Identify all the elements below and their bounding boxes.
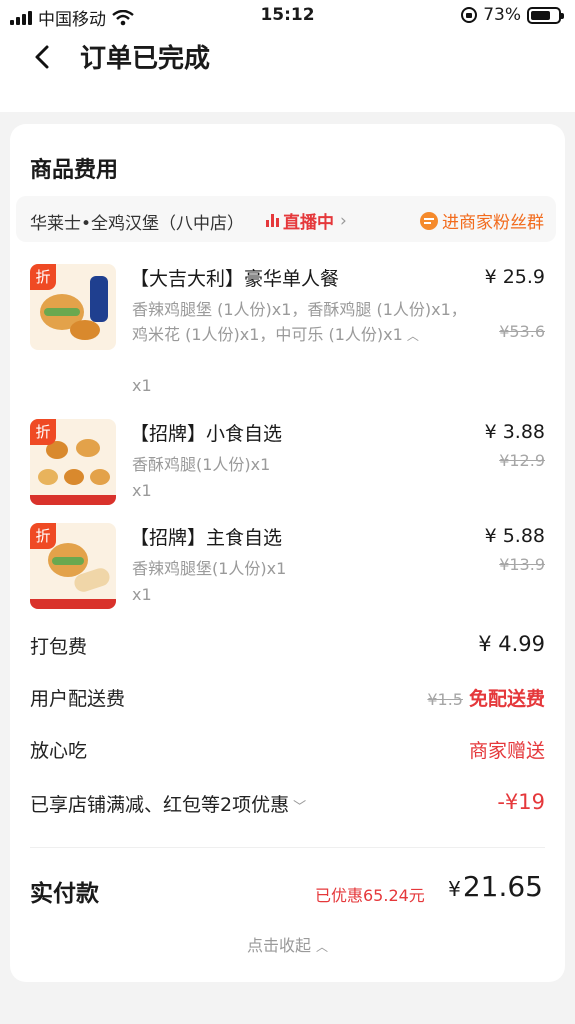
chevron-up-icon: ︿	[316, 940, 329, 954]
back-button[interactable]	[28, 42, 58, 72]
item-name: 【招牌】小食自选	[130, 423, 283, 445]
item-price: ¥ 3.88	[484, 421, 545, 443]
delivery-fee-label: 用户配送费	[30, 688, 126, 710]
nugget-shape	[76, 439, 100, 457]
list-item[interactable]: 折 【招牌】小食自选 香酥鸡腿(1人份)x1 x1 ¥ 3.88 ¥12.9	[30, 419, 545, 509]
store-bar: 华莱士•全鸡汉堡（八中店） 直播中 › 进商家粉丝群	[16, 196, 556, 242]
item-price: ¥ 25.9	[484, 266, 545, 288]
safe-eat-row: 放心吃 商家赠送	[30, 736, 545, 766]
item-qty: x1	[132, 481, 152, 500]
delivery-original-fee: ¥1.5	[427, 690, 463, 709]
live-icon	[266, 214, 279, 227]
fan-group-label: 进商家粉丝群	[442, 213, 544, 233]
chevron-down-icon: ﹀	[293, 800, 307, 815]
saved-amount: 已优惠65.24元	[315, 886, 425, 905]
total-value: 21.65	[462, 870, 543, 903]
item-qty: x1	[132, 376, 152, 395]
status-bar: 中国移动 15:12 73%	[0, 0, 575, 32]
list-item[interactable]: 折 【大吉大利】豪华单人餐 香辣鸡腿堡 (1人份)x1，香酥鸡腿 (1人份)x1…	[30, 264, 545, 395]
packing-fee-label: 打包费	[30, 636, 88, 658]
live-label: 直播中	[283, 213, 334, 233]
chevron-up-icon[interactable]: ︿	[407, 329, 419, 343]
product-image: 折	[30, 523, 116, 609]
item-name: 【招牌】主食自选	[130, 527, 283, 549]
discount-badge: 折	[30, 523, 56, 549]
chat-icon	[420, 211, 438, 230]
item-desc: 香辣鸡腿堡 (1人份)x1，香酥鸡腿 (1人份)x1，鸡米花 (1人份)x1，中…	[132, 300, 467, 344]
currency-symbol: ¥	[448, 877, 461, 901]
total-label: 实付款	[30, 881, 99, 907]
nugget-shape	[38, 469, 58, 485]
fan-group-link[interactable]: 进商家粉丝群	[420, 208, 544, 233]
collapse-button[interactable]: 点击收起 ︿	[10, 932, 565, 956]
item-name: 【大吉大利】豪华单人餐	[130, 268, 340, 290]
nav-bar: 订单已完成	[0, 32, 575, 82]
packing-fee-value: ¥ 4.99	[478, 632, 545, 656]
product-strip	[30, 599, 116, 609]
nugget-shape	[90, 469, 110, 485]
previous-card-bottom	[10, 84, 565, 112]
safe-eat-value: 商家赠送	[468, 740, 545, 762]
safe-eat-label: 放心吃	[30, 740, 88, 762]
item-qty: x1	[132, 585, 152, 604]
battery-icon	[527, 6, 564, 24]
page-title: 订单已完成	[80, 44, 211, 74]
card-title: 商品费用	[30, 158, 119, 183]
orientation-lock-icon	[461, 7, 478, 23]
delivery-fee-row: 用户配送费 ¥1.5 免配送费	[30, 684, 545, 714]
divider	[30, 847, 545, 848]
free-delivery-label: 免配送费	[468, 688, 545, 710]
item-desc: 香辣鸡腿堡(1人份)x1	[132, 559, 287, 578]
item-original-price: ¥13.9	[499, 555, 545, 574]
cola-cup-shape	[90, 276, 108, 322]
live-link[interactable]: 直播中 ›	[266, 208, 347, 233]
list-item[interactable]: 折 【招牌】主食自选 香辣鸡腿堡(1人份)x1 x1 ¥ 5.88 ¥13.9	[30, 523, 545, 613]
lettuce-shape	[52, 557, 84, 565]
total-amount: ¥21.65	[448, 870, 543, 903]
nugget-shape	[64, 469, 84, 485]
item-original-price: ¥53.6	[499, 322, 545, 341]
chicken-shape	[70, 320, 100, 340]
packing-fee-row: 打包费 ¥ 4.99	[30, 632, 545, 662]
chevron-right-icon: ›	[340, 210, 347, 231]
product-image: 折	[30, 264, 116, 350]
item-price: ¥ 5.88	[484, 525, 545, 547]
discount-label: 已享店铺满减、红包等2项优惠	[30, 794, 290, 816]
store-name[interactable]: 华莱士•全鸡汉堡（八中店）	[30, 209, 244, 234]
chevron-left-icon	[35, 45, 49, 69]
product-image: 折	[30, 419, 116, 505]
product-strip	[30, 495, 116, 505]
battery-percent: 73%	[483, 5, 521, 25]
discount-row[interactable]: 已享店铺满减、红包等2项优惠 ﹀ -¥19	[30, 790, 545, 820]
item-original-price: ¥12.9	[499, 451, 545, 470]
item-desc: 香酥鸡腿(1人份)x1	[132, 455, 271, 474]
discount-badge: 折	[30, 419, 56, 445]
fee-card: 商品费用 华莱士•全鸡汉堡（八中店） 直播中 › 进商家粉丝群 折 【大吉大利】…	[10, 124, 565, 982]
discount-value: -¥19	[497, 790, 545, 814]
lettuce-shape	[44, 308, 80, 316]
discount-badge: 折	[30, 264, 56, 290]
